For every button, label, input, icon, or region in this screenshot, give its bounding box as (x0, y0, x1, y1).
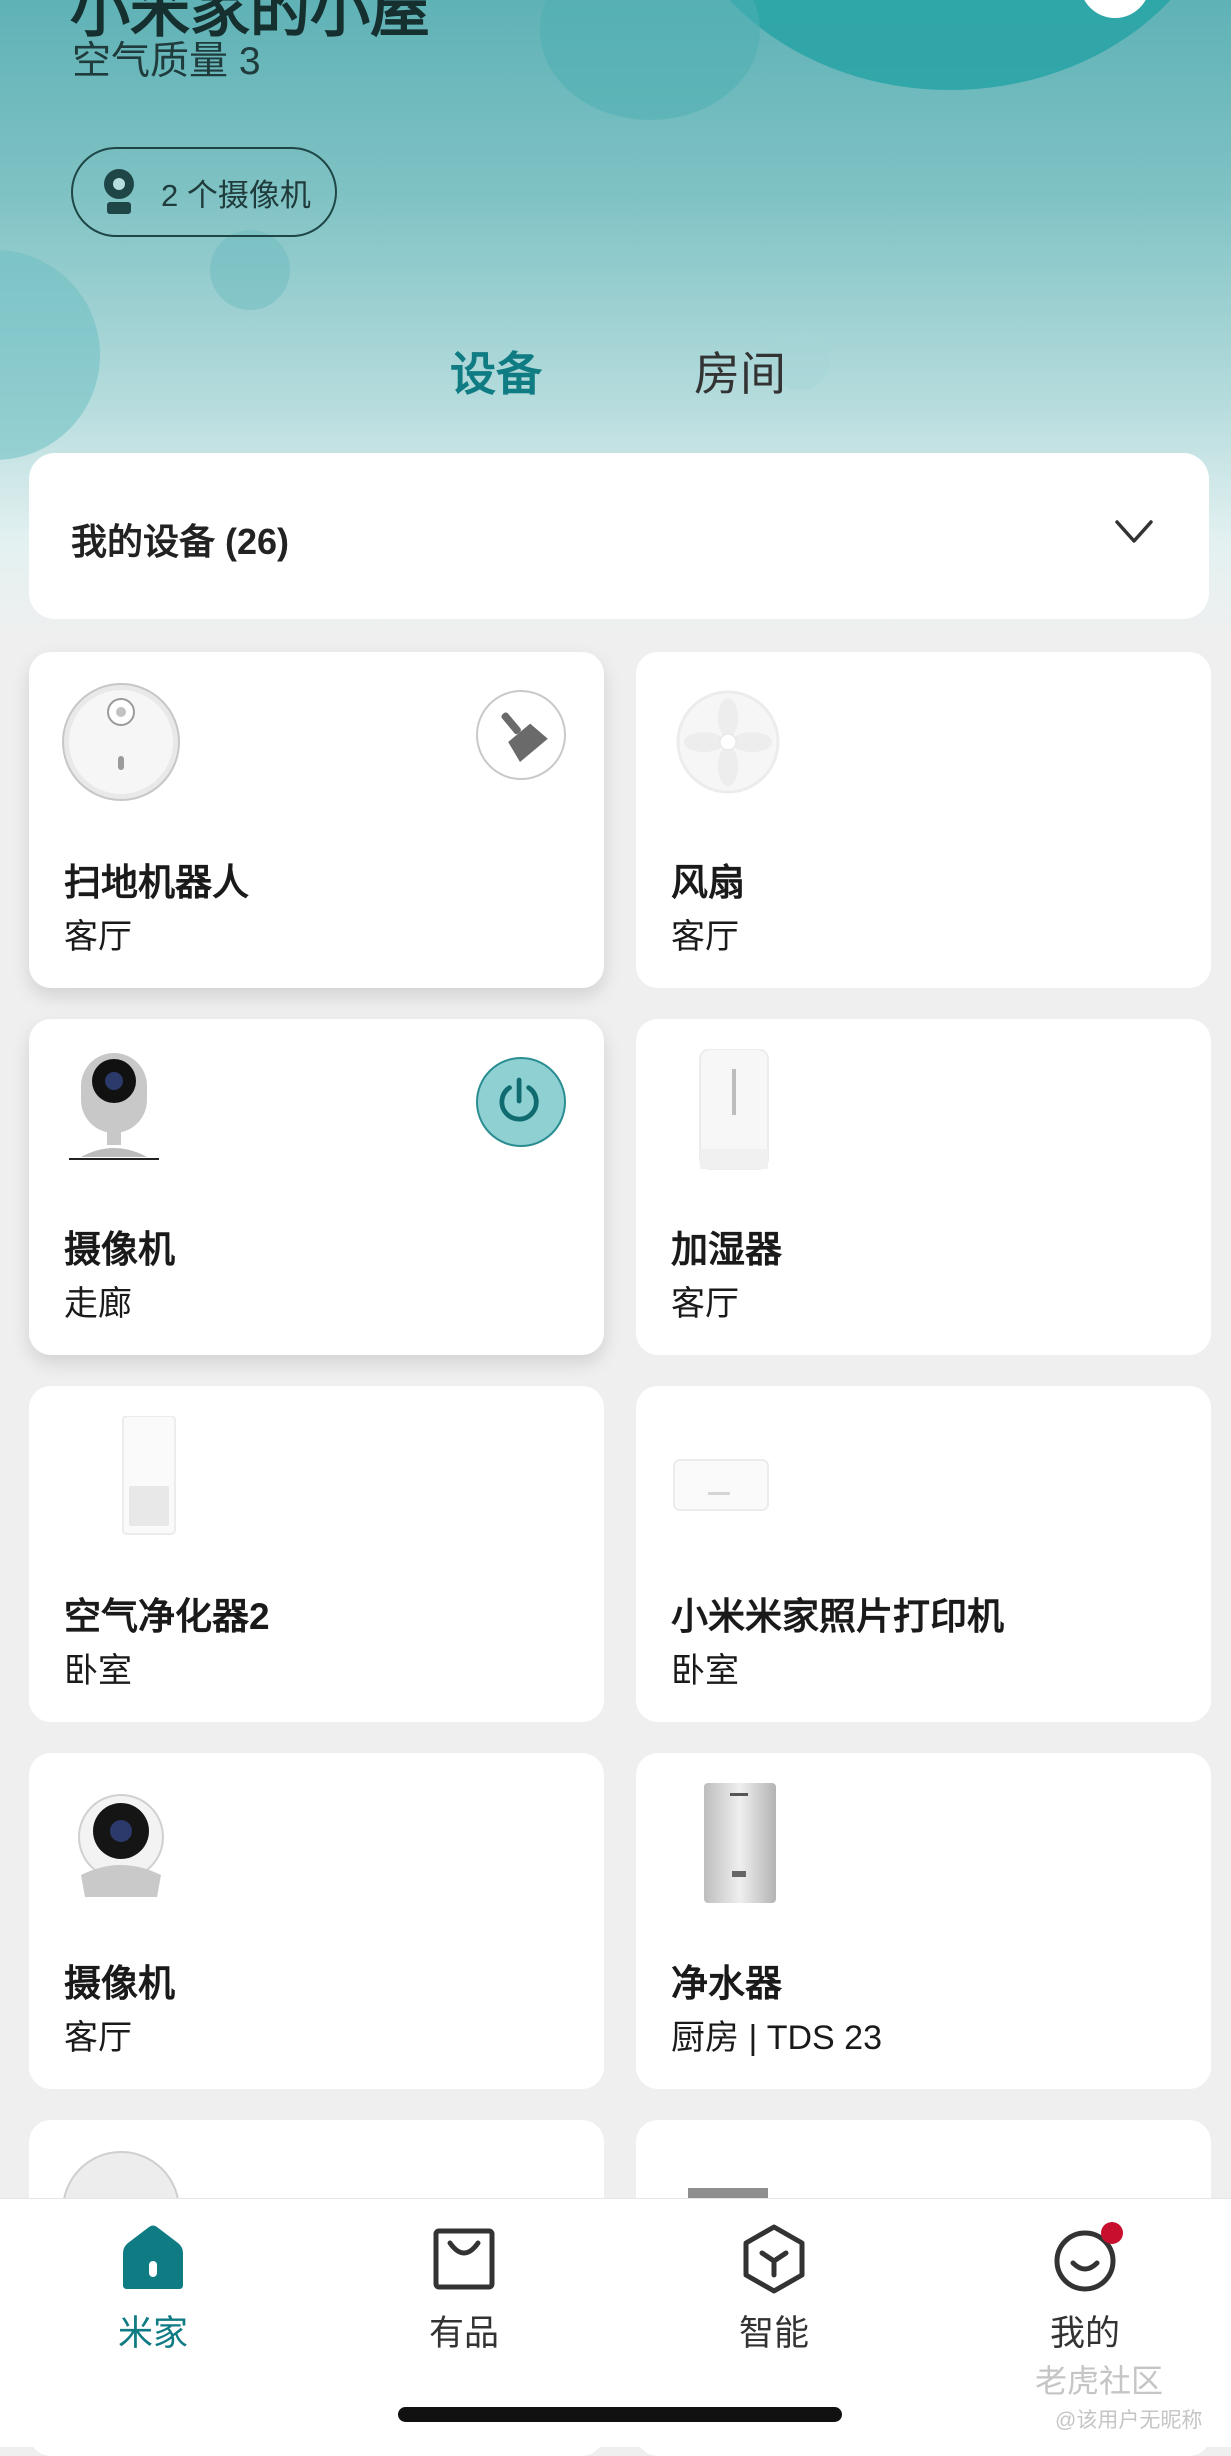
device-room: 卧室 (64, 1652, 132, 1690)
device-card-robot-vacuum[interactable]: 扫地机器人 客厅 (29, 652, 604, 988)
device-name: 扫地机器人 (64, 862, 249, 903)
view-tabs: 设备 房间 (0, 338, 1231, 408)
device-room: 厨房 | TDS 23 (671, 2019, 882, 2057)
device-card-humidifier[interactable]: 加湿器 客厅 (636, 1019, 1211, 1355)
device-room: 客厅 (64, 2019, 132, 2057)
device-card-photo-printer[interactable]: 小米米家照片打印机 卧室 (636, 1386, 1211, 1722)
tab-rooms[interactable]: 房间 (694, 338, 786, 404)
tab-label: 有品 (428, 2314, 499, 2353)
tab-label: 米家 (117, 2314, 188, 2353)
camera-person-icon (104, 169, 134, 214)
watermark-brand: 老虎社区 (1035, 2363, 1164, 2399)
camera-device-icon (69, 1053, 159, 1160)
watermark-user: @该用户无昵称 (1055, 2409, 1203, 2432)
device-card-water-purifier[interactable]: 净水器 厨房 | TDS 23 (636, 1753, 1211, 2089)
tab-mijia[interactable]: 米家 (63, 2219, 243, 2356)
shopping-bag-icon (433, 2228, 495, 2290)
device-card-fan[interactable]: 风扇 客厅 (636, 652, 1211, 988)
device-room: 卧室 (671, 1652, 739, 1690)
home-indicator[interactable] (398, 2407, 842, 2422)
tab-devices[interactable]: 设备 (450, 338, 542, 404)
camera-count-label: 2 个摄像机 (161, 177, 311, 213)
printer-icon (673, 1459, 769, 1511)
chevron-down-icon[interactable] (1114, 519, 1154, 545)
device-name: 净水器 (671, 1963, 782, 2004)
device-room: 客厅 (671, 1285, 739, 1323)
my-devices-filter[interactable]: 我的设备 (26) (29, 453, 1209, 619)
device-card-air-purifier[interactable]: 空气净化器2 卧室 (29, 1386, 604, 1722)
home-icon (123, 2225, 183, 2289)
device-name: 摄像机 (64, 1229, 175, 1270)
smart-cube-icon (743, 2224, 805, 2294)
device-name: 风扇 (671, 862, 745, 903)
notification-badge (1101, 2222, 1123, 2244)
power-icon (499, 1077, 539, 1122)
my-devices-title: 我的设备 (26) (71, 521, 290, 562)
device-card-camera-livingroom[interactable]: 摄像机 客厅 (29, 1753, 604, 2089)
tab-smart[interactable]: 智能 (684, 2219, 864, 2356)
broom-icon (501, 712, 548, 763)
air-purifier-icon (122, 1416, 176, 1535)
decor-bubble (540, 0, 760, 120)
power-toggle-button[interactable] (476, 1057, 566, 1147)
humidifier-icon (699, 1049, 769, 1170)
tab-label: 智能 (738, 2314, 809, 2353)
device-room: 走廊 (64, 1285, 132, 1323)
camera-count-button[interactable]: 2 个摄像机 (71, 147, 337, 237)
device-name: 加湿器 (671, 1229, 782, 1270)
tab-profile[interactable]: 我的 (995, 2219, 1175, 2356)
water-purifier-icon (704, 1783, 776, 1903)
device-name: 小米米家照片打印机 (671, 1596, 1004, 1637)
tab-label: 我的 (1049, 2314, 1120, 2353)
decor-bubble (210, 230, 290, 310)
clean-action-button[interactable] (476, 690, 566, 780)
robot-vacuum-icon (62, 683, 180, 801)
device-name: 摄像机 (64, 1963, 175, 2004)
dome-camera-icon (78, 1794, 164, 1897)
device-name: 空气净化器2 (64, 1596, 270, 1637)
fan-icon (676, 690, 780, 794)
tab-youpin[interactable]: 有品 (374, 2219, 554, 2356)
device-room: 客厅 (64, 918, 132, 956)
device-room: 客厅 (671, 918, 739, 956)
air-quality-text: 空气质量 3 (72, 40, 261, 83)
smile-face-icon (1054, 2222, 1123, 2292)
device-card-camera-hallway[interactable]: 摄像机 走廊 (29, 1019, 604, 1355)
